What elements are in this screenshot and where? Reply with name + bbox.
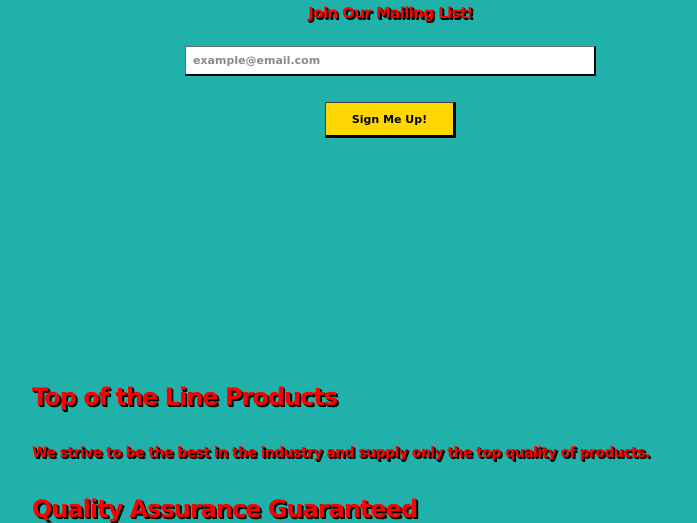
mailing-list-title: Join Our Mailing List! bbox=[308, 4, 473, 22]
sign-me-up-button[interactable]: Sign Me Up! bbox=[325, 102, 456, 138]
feature-text-products: We strive to be the best in the industry… bbox=[32, 445, 650, 461]
feature-heading-quality: Quality Assurance Guaranteed bbox=[32, 495, 418, 523]
mailing-list-section: Join Our Mailing List! Sign Me Up! bbox=[0, 0, 697, 160]
email-input[interactable] bbox=[185, 46, 596, 76]
feature-heading-products: Top of the Line Products bbox=[32, 383, 338, 411]
